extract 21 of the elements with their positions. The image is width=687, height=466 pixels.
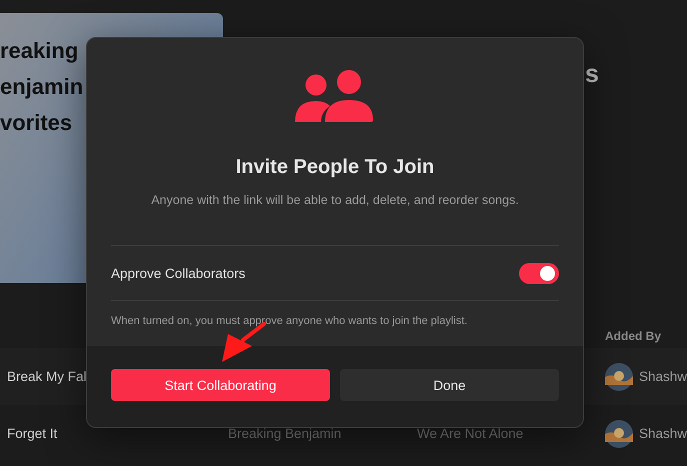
avatar-icon bbox=[605, 362, 633, 390]
done-button[interactable]: Done bbox=[340, 369, 559, 401]
song-title: Forget It bbox=[6, 426, 58, 441]
song-artist: Breaking Benjamin bbox=[228, 426, 342, 441]
added-by-name: Shashw bbox=[639, 426, 687, 441]
dialog-subtitle: Anyone with the link will be able to add, delete, and reorder songs. bbox=[150, 193, 520, 207]
song-album: We Are Not Alone bbox=[417, 426, 524, 441]
cover-title-line: reaking bbox=[0, 37, 78, 65]
people-icon bbox=[295, 70, 375, 122]
dialog-title: Invite People To Join bbox=[234, 156, 436, 179]
approve-toggle[interactable] bbox=[519, 262, 559, 284]
start-collaborating-button[interactable]: Start Collaborating bbox=[111, 369, 330, 401]
setting-label: Approve Collaborators bbox=[111, 266, 246, 280]
column-header: Added By bbox=[605, 329, 662, 343]
playlist-title: s bbox=[585, 60, 599, 89]
setting-note: When turned on, you must approve anyone who wants to join the playlist. bbox=[111, 315, 468, 327]
avatar-icon bbox=[605, 420, 633, 448]
cover-title-line: enjamin bbox=[0, 73, 84, 101]
added-by-name: Shashw bbox=[639, 369, 687, 384]
song-title: Break My Fal bbox=[6, 369, 88, 384]
cover-title-line: vorites bbox=[0, 109, 72, 137]
